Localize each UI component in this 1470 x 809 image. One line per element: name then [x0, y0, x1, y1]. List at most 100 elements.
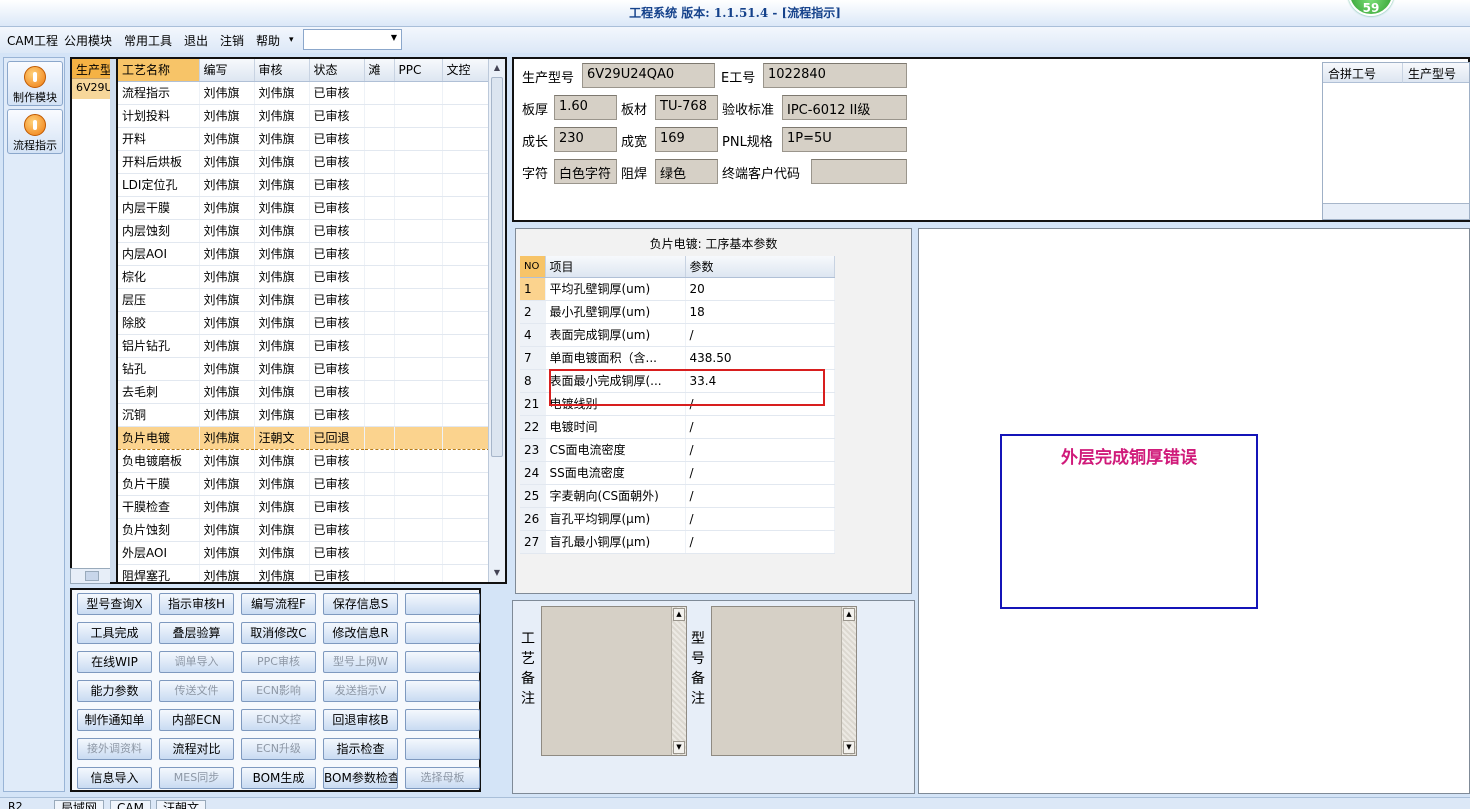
param-row[interactable]: 22 电镀时间 / — [520, 415, 835, 439]
remark-scrollbar[interactable]: ▲ ▼ — [841, 607, 856, 755]
process-row[interactable]: 棕化 刘伟旗 刘伟旗 已审核 — [118, 265, 491, 289]
param-cell[interactable]: 24 — [520, 461, 546, 485]
scroll-up-icon[interactable]: ▲ — [490, 61, 504, 75]
process-cell[interactable] — [364, 334, 395, 358]
action-button[interactable]: 能力参数 — [77, 680, 152, 702]
process-cell[interactable] — [394, 127, 443, 151]
process-cell[interactable] — [394, 173, 443, 197]
process-row[interactable]: 内层干膜 刘伟旗 刘伟旗 已审核 — [118, 196, 491, 220]
process-cell[interactable] — [394, 242, 443, 266]
process-row[interactable]: 除胶 刘伟旗 刘伟旗 已审核 — [118, 311, 491, 335]
process-cell[interactable] — [442, 357, 491, 381]
action-button[interactable]: 选择母板 — [405, 767, 480, 789]
process-row[interactable]: 干膜检查 刘伟旗 刘伟旗 已审核 — [118, 495, 491, 519]
process-cell[interactable] — [364, 173, 395, 197]
process-cell[interactable]: 棕化 — [118, 265, 200, 289]
process-row[interactable]: 铝片钻孔 刘伟旗 刘伟旗 已审核 — [118, 334, 491, 358]
process-cell[interactable]: 内层AOI — [118, 242, 200, 266]
action-button[interactable]: 调单导入 — [159, 651, 234, 673]
process-cell[interactable] — [364, 127, 395, 151]
process-cell[interactable]: 计划投料 — [118, 104, 200, 128]
process-cell[interactable]: 刘伟旗 — [254, 403, 310, 427]
process-cell[interactable]: 刘伟旗 — [254, 196, 310, 220]
scroll-down-icon[interactable]: ▼ — [490, 566, 504, 580]
process-row[interactable]: 阻焊塞孔 刘伟旗 刘伟旗 已审核 — [118, 564, 491, 582]
process-cell[interactable] — [442, 173, 491, 197]
process-cell[interactable]: 已审核 — [309, 541, 365, 565]
process-cell[interactable]: 刘伟旗 — [254, 127, 310, 151]
process-cell[interactable]: 刘伟旗 — [254, 334, 310, 358]
action-button[interactable] — [405, 622, 480, 644]
param-row[interactable]: 4 表面完成铜厚(um) / — [520, 323, 835, 347]
process-cell[interactable]: 刘伟旗 — [254, 288, 310, 312]
action-button[interactable]: 回退审核B — [323, 709, 398, 731]
param-cell[interactable]: 23 — [520, 438, 546, 462]
process-cell[interactable] — [364, 104, 395, 128]
product-list-item[interactable]: 6V29U24QA0 — [72, 79, 112, 99]
process-cell[interactable] — [364, 403, 395, 427]
action-button[interactable]: MES同步 — [159, 767, 234, 789]
process-cell[interactable]: 刘伟旗 — [199, 495, 255, 519]
param-cell[interactable]: / — [685, 484, 835, 508]
process-cell[interactable]: 已审核 — [309, 357, 365, 381]
action-button[interactable]: PPC审核 — [241, 651, 316, 673]
process-cell[interactable] — [394, 104, 443, 128]
process-cell[interactable]: 开料 — [118, 127, 200, 151]
status-tab-user[interactable]: 汪朝文 — [156, 800, 207, 809]
merge-grid-scrollbar[interactable] — [1323, 203, 1469, 219]
action-button[interactable] — [405, 738, 480, 760]
process-cell[interactable]: LDI定位孔 — [118, 173, 200, 197]
process-cell[interactable]: 已审核 — [309, 564, 365, 582]
process-cell[interactable]: 刘伟旗 — [199, 196, 255, 220]
model-remark-input[interactable]: ▲ ▼ — [711, 606, 857, 756]
process-cell[interactable]: 刘伟旗 — [199, 127, 255, 151]
process-cell[interactable]: 负片蚀刻 — [118, 518, 200, 542]
param-cell[interactable]: 25 — [520, 484, 546, 508]
param-cell[interactable]: / — [685, 461, 835, 485]
param-col-header[interactable]: 参数 — [685, 256, 835, 278]
process-cell[interactable]: 刘伟旗 — [254, 265, 310, 289]
process-cell[interactable] — [442, 288, 491, 312]
process-cell[interactable] — [394, 334, 443, 358]
process-cell[interactable] — [442, 472, 491, 496]
process-cell[interactable]: 负片电镀 — [118, 425, 200, 450]
process-cell[interactable] — [394, 196, 443, 220]
process-cell[interactable] — [442, 403, 491, 427]
process-cell[interactable]: 刘伟旗 — [199, 150, 255, 174]
process-cell[interactable] — [364, 242, 395, 266]
process-row[interactable]: 层压 刘伟旗 刘伟旗 已审核 — [118, 288, 491, 312]
process-cell[interactable] — [442, 81, 491, 105]
process-cell[interactable] — [442, 104, 491, 128]
process-cell[interactable]: 已审核 — [309, 380, 365, 404]
process-cell[interactable]: 刘伟旗 — [199, 173, 255, 197]
process-cell[interactable]: 已审核 — [309, 150, 365, 174]
e-no-field[interactable]: 1022840 — [763, 63, 907, 88]
width-field[interactable]: 169 — [655, 127, 718, 152]
process-cell[interactable] — [442, 425, 491, 450]
process-cell[interactable] — [394, 288, 443, 312]
merge-col-header[interactable]: 合拼工号 — [1323, 63, 1403, 83]
status-tab-cam[interactable]: CAM — [110, 800, 151, 809]
process-cell[interactable] — [364, 380, 395, 404]
process-col-header[interactable]: 工艺名称 — [118, 59, 200, 82]
process-cell[interactable]: 刘伟旗 — [254, 564, 310, 582]
param-row[interactable]: 1 平均孔壁铜厚(um) 20 — [520, 277, 835, 301]
process-cell[interactable]: 钻孔 — [118, 357, 200, 381]
process-cell[interactable]: 刘伟旗 — [199, 288, 255, 312]
process-cell[interactable]: 已审核 — [309, 242, 365, 266]
param-row[interactable]: 25 字麦朝向(CS面朝外) / — [520, 484, 835, 508]
process-cell[interactable]: 外层AOI — [118, 541, 200, 565]
action-button[interactable]: 指示检查 — [323, 738, 398, 760]
prod-model-field[interactable]: 6V29U24QA0 — [582, 63, 715, 88]
action-button[interactable]: 指示审核H — [159, 593, 234, 615]
process-row[interactable]: 沉铜 刘伟旗 刘伟旗 已审核 — [118, 403, 491, 427]
param-cell[interactable]: CS面电流密度 — [545, 438, 686, 462]
process-row[interactable]: 开料后烘板 刘伟旗 刘伟旗 已审核 — [118, 150, 491, 174]
process-cell[interactable] — [394, 541, 443, 565]
param-cell[interactable]: 盲孔最小铜厚(μm) — [545, 530, 686, 554]
param-cell[interactable]: / — [685, 415, 835, 439]
param-row[interactable]: 27 盲孔最小铜厚(μm) / — [520, 530, 835, 554]
param-cell[interactable]: 最小孔壁铜厚(um) — [545, 300, 686, 324]
scroll-up-icon[interactable]: ▲ — [673, 608, 685, 621]
param-cell[interactable]: 字麦朝向(CS面朝外) — [545, 484, 686, 508]
